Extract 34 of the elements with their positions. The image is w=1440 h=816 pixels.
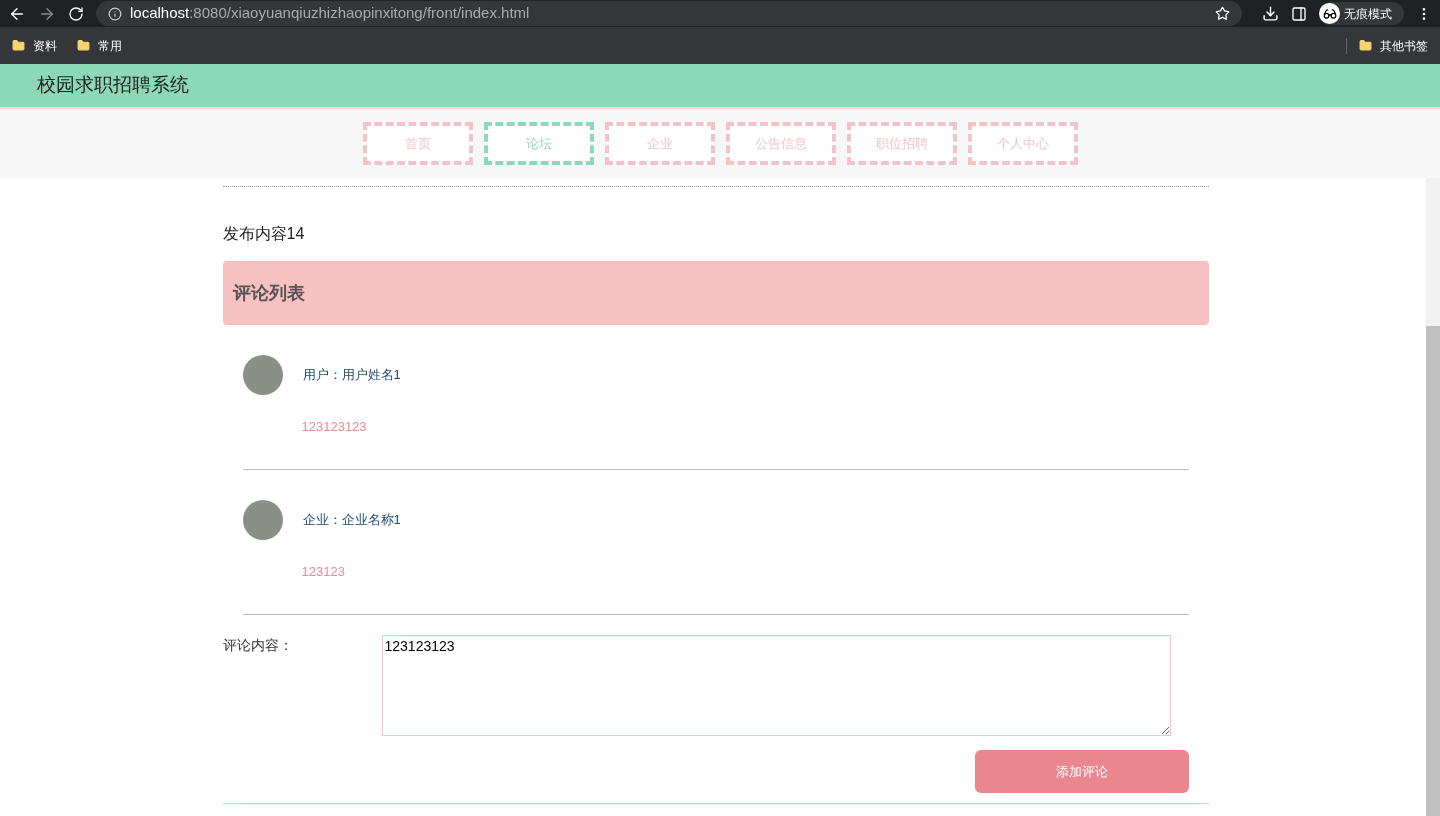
comment-text: 123123	[301, 563, 346, 581]
side-panel-icon[interactable]	[1291, 5, 1307, 22]
incognito-icon	[1322, 6, 1337, 21]
comment-author: 企业：企业名称1	[302, 511, 401, 530]
reload-icon[interactable]	[68, 5, 84, 22]
nav-tab[interactable]: 职位招聘	[846, 122, 957, 165]
bookmark-item[interactable]: 常用	[77, 36, 122, 55]
site-title: 校园求职招聘系统	[37, 73, 189, 98]
profile-chip[interactable]: 无痕模式	[1319, 2, 1404, 25]
url-text: localhost:8080/xiaoyuanqiuzhizhaopinxitong/front/index.html	[130, 3, 530, 24]
folder-icon	[77, 39, 90, 52]
info-icon[interactable]	[108, 6, 122, 21]
download-icon[interactable]	[1262, 5, 1279, 22]
avatar	[242, 355, 283, 395]
comments-title: 评论列表	[232, 281, 305, 305]
folder-icon	[1359, 39, 1372, 52]
scrollbar[interactable]	[1426, 178, 1440, 816]
post-content: 发布内容14	[222, 224, 306, 244]
nav-tab[interactable]: 公告信息	[725, 122, 836, 165]
bookmark-item[interactable]: 资料	[12, 36, 57, 55]
nav-tab[interactable]: 首页	[362, 122, 473, 165]
add-comment-button[interactable]: 添加评论	[974, 750, 1189, 793]
nav-tab[interactable]: 论坛	[483, 122, 594, 165]
nav-tab[interactable]: 企业	[604, 122, 715, 165]
address-bar[interactable]: localhost:8080/xiaoyuanqiuzhizhaopinxitong/front/index.html	[96, 1, 1242, 26]
comment-label: 评论内容：	[222, 636, 294, 655]
avatar	[242, 500, 283, 540]
folder-icon	[12, 39, 25, 52]
star-icon[interactable]	[1215, 6, 1230, 21]
comment-text: 123123123	[301, 418, 368, 436]
comment-author: 用户：用户姓名1	[302, 366, 401, 385]
nav-tab[interactable]: 个人中心	[967, 122, 1078, 165]
bookmark-item[interactable]: 其他书签	[1359, 36, 1428, 55]
comment-input[interactable]: 123123123	[381, 635, 1171, 736]
